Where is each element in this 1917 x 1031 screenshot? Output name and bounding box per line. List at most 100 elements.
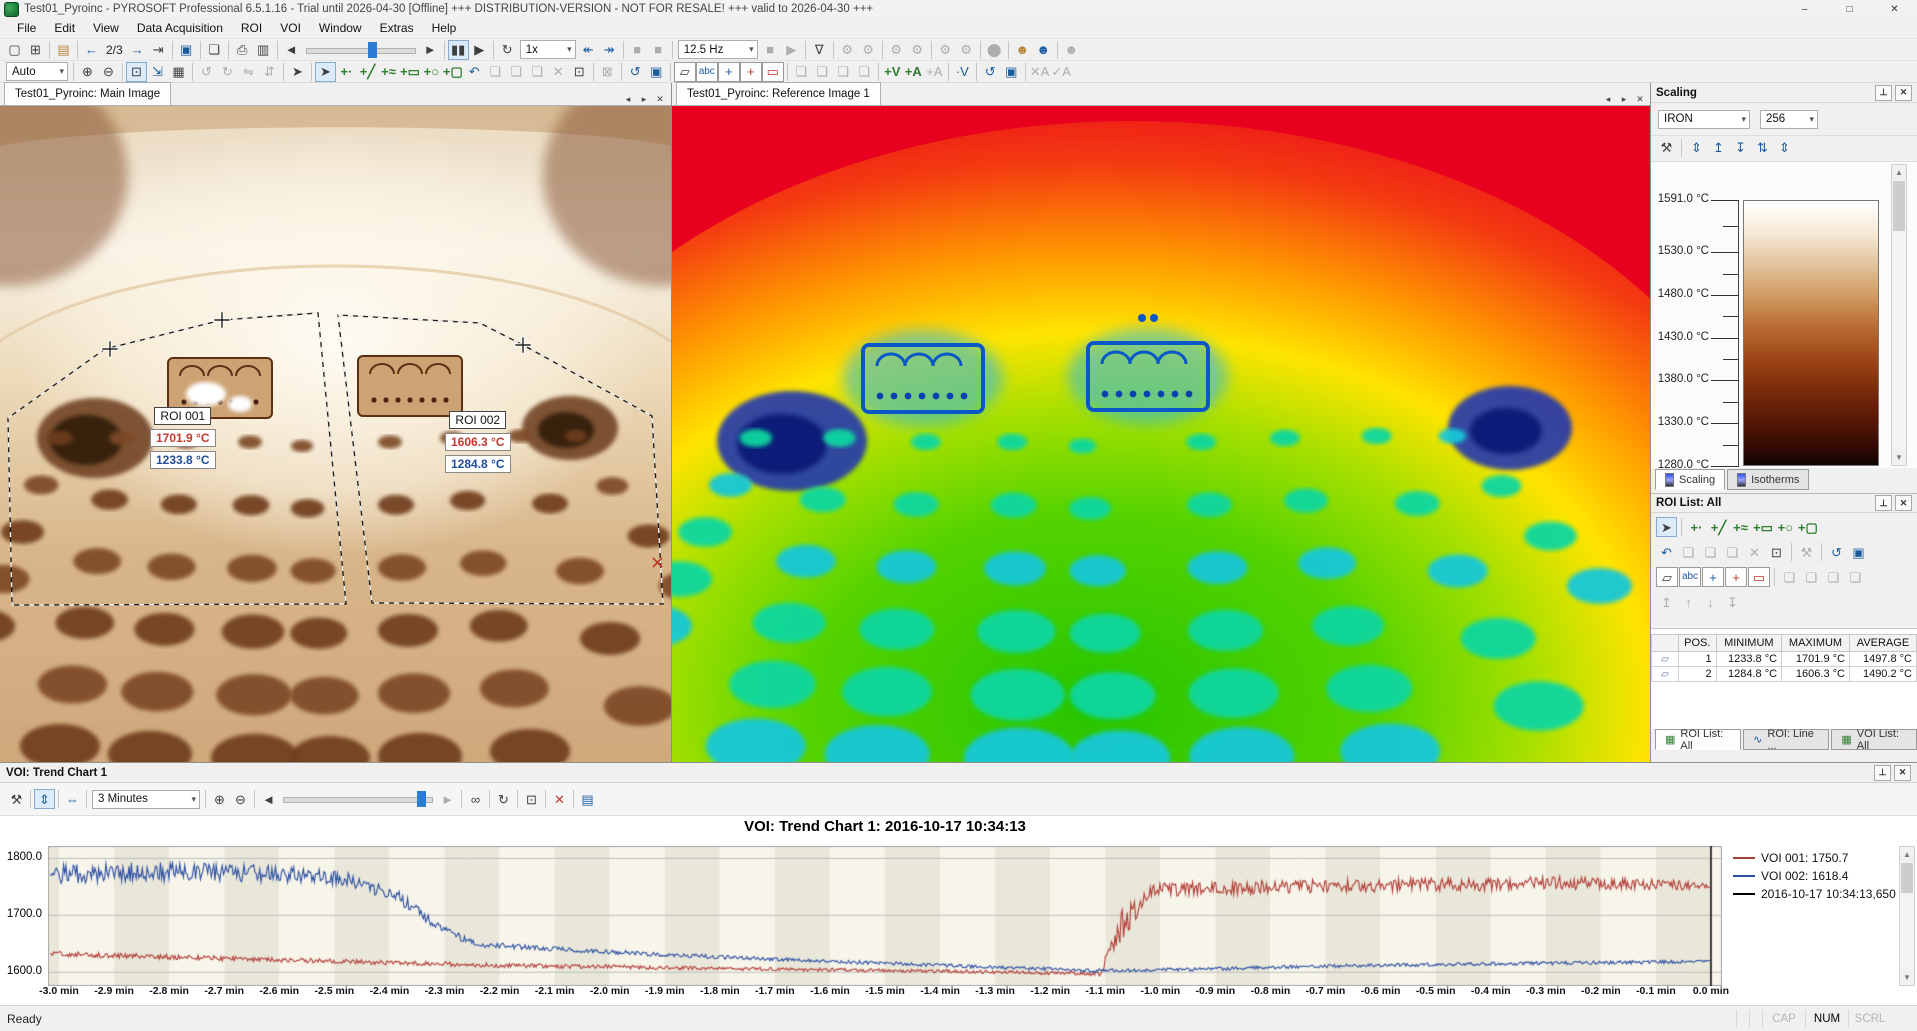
roi-add-rectangle-button[interactable]: +▭ xyxy=(1752,517,1774,537)
play-button[interactable]: ▶ xyxy=(469,40,490,60)
roi-reload-button[interactable]: ↺ xyxy=(1826,542,1847,562)
tab-roi-line-[interactable]: ∿ROI: Line ... xyxy=(1743,729,1829,750)
add-rectangle-roi-button[interactable]: +▭ xyxy=(399,62,421,82)
add-voi-button[interactable]: +V xyxy=(882,62,903,82)
red-rectangle-button[interactable]: ▭ xyxy=(762,62,784,82)
forward-button[interactable]: → xyxy=(127,40,148,60)
arrange-back-button[interactable]: ❏ xyxy=(812,62,833,82)
roi-001-label-group[interactable]: ROI 001 1701.9 °C 1233.8 °C xyxy=(150,407,216,469)
scroll-left-button[interactable]: ◄ xyxy=(258,789,279,809)
scale-min-down-button[interactable]: ↧ xyxy=(1730,138,1751,158)
roi-label-tool-button[interactable]: abc xyxy=(1679,567,1701,587)
roi-duplicate-button[interactable]: ❏ xyxy=(1700,542,1721,562)
roi-paste-button[interactable]: ❏ xyxy=(1678,542,1699,562)
camera-button[interactable]: ⬤ xyxy=(984,40,1005,60)
tab-main-image[interactable]: Test01_Pyroinc: Main Image xyxy=(4,82,171,105)
trend-scrollbar[interactable]: ▲ ▼ xyxy=(1899,846,1915,986)
edit-polygon-button[interactable]: ▱ xyxy=(674,62,696,82)
scroll-up-icon[interactable]: ▲ xyxy=(1892,165,1906,180)
roi-arrange-back-button[interactable]: ❏ xyxy=(1801,567,1822,587)
scroll-thumb[interactable] xyxy=(1893,181,1905,231)
loop-button[interactable]: ↻ xyxy=(497,40,518,60)
tab-scroll-left-icon[interactable]: ◂ xyxy=(621,94,635,105)
arrange-backward-button[interactable]: ❏ xyxy=(854,62,875,82)
delete-voi-button[interactable]: ✕A xyxy=(1029,62,1051,82)
delete-roi-button[interactable]: ✕ xyxy=(548,62,569,82)
roi-move-top-button[interactable]: ↥ xyxy=(1656,592,1677,612)
add-circle-roi-button[interactable]: +○ xyxy=(421,62,442,82)
zoom-in-button[interactable]: ⊕ xyxy=(77,62,98,82)
undo-button[interactable]: ↶ xyxy=(464,62,485,82)
save-button[interactable]: ▣ xyxy=(176,40,197,60)
ref-tab-close-icon[interactable]: ✕ xyxy=(1633,94,1647,105)
user-button-1[interactable]: ☻ xyxy=(1012,40,1033,60)
add-area-voi-2-button[interactable]: +A xyxy=(924,62,945,82)
reload-rois-button[interactable]: ↺ xyxy=(625,62,646,82)
red-marker-button[interactable]: + xyxy=(740,62,762,82)
trend-close-icon[interactable]: ✕ xyxy=(1894,765,1911,781)
menu-data-acquisition[interactable]: Data Acquisition xyxy=(128,18,232,38)
maximize-button[interactable]: □ xyxy=(1827,0,1872,18)
autoscale-y-button[interactable]: ⇕ xyxy=(34,789,55,809)
tab-scaling[interactable]: Scaling xyxy=(1655,469,1725,490)
roi-002-label-group[interactable]: ROI 002 1606.3 °C 1284.8 °C xyxy=(445,411,511,473)
tab-scroll-right-icon[interactable]: ▸ xyxy=(637,94,651,105)
ref-tab-scroll-left-icon[interactable]: ◂ xyxy=(1601,94,1615,105)
scaling-scrollbar[interactable]: ▲ ▼ xyxy=(1891,164,1907,466)
roi-select-tool-button[interactable]: ➤ xyxy=(1656,517,1677,537)
device-settings-button-6[interactable]: ⚙ xyxy=(956,40,977,60)
menu-edit[interactable]: Edit xyxy=(45,18,84,38)
roi-add-line-button[interactable]: +╱ xyxy=(1708,517,1729,537)
close-button[interactable]: ✕ xyxy=(1872,0,1917,18)
roi-red-marker-button[interactable]: + xyxy=(1725,567,1747,587)
acquisition-stop-button[interactable]: ■ xyxy=(760,40,781,60)
roi-move-up-button[interactable]: ↑ xyxy=(1678,592,1699,612)
framerate-select[interactable]: 12.5 Hz▾ xyxy=(678,40,758,59)
blue-marker-button[interactable]: + xyxy=(718,62,740,82)
refresh-chart-button[interactable]: ↻ xyxy=(493,789,514,809)
roi-add-circle-button[interactable]: +○ xyxy=(1775,517,1796,537)
trend-scroll-thumb[interactable] xyxy=(1901,863,1913,893)
device-settings-button-3[interactable]: ⚙ xyxy=(886,40,907,60)
table-row[interactable]: ▱21284.8 °C1606.3 °C1490.2 °C xyxy=(1652,667,1917,682)
flip-horizontal-button[interactable]: ⇋ xyxy=(238,62,259,82)
print-setup-button[interactable]: ▥ xyxy=(253,40,274,60)
paste-roi-button[interactable]: ❏ xyxy=(485,62,506,82)
goto-frame-button[interactable]: ⇥ xyxy=(148,40,169,60)
menu-file[interactable]: File xyxy=(8,18,45,38)
main-thermal-image[interactable]: ROI 001 1701.9 °C 1233.8 °C ROI 002 1606… xyxy=(0,106,671,762)
trend-scroll-up-icon[interactable]: ▲ xyxy=(1900,847,1914,862)
menu-view[interactable]: View xyxy=(84,18,128,38)
minimize-button[interactable]: – xyxy=(1782,0,1827,18)
chart-options-button[interactable]: ⊡ xyxy=(521,789,542,809)
autoscale-x-button[interactable]: ⇔ xyxy=(62,789,83,809)
roi-properties-button[interactable]: ⊠ xyxy=(597,62,618,82)
scaling-settings-button[interactable]: ⚒ xyxy=(1656,138,1677,158)
copy-button[interactable]: ❏ xyxy=(204,40,225,60)
roi-arrange-front-button[interactable]: ❏ xyxy=(1779,567,1800,587)
reload-vois-button[interactable]: ↺ xyxy=(980,62,1001,82)
tab-close-icon[interactable]: ✕ xyxy=(653,94,667,105)
roi-edit-polygon-button[interactable]: ▱ xyxy=(1656,567,1678,587)
menu-roi[interactable]: ROI xyxy=(232,18,271,38)
roi-arrange-forward-button[interactable]: ❏ xyxy=(1823,567,1844,587)
roi-save-button[interactable]: ▣ xyxy=(1848,542,1869,562)
print-button[interactable]: ⎙ xyxy=(232,40,253,60)
ref-tab-scroll-right-icon[interactable]: ▸ xyxy=(1617,94,1631,105)
zoom-in-time-button[interactable]: ⊕ xyxy=(209,789,230,809)
rotate-right-button[interactable]: ↻ xyxy=(217,62,238,82)
frame-slider[interactable] xyxy=(306,41,416,59)
roi-undo-button[interactable]: ↶ xyxy=(1656,542,1677,562)
select-roi-tool-button[interactable]: ➤ xyxy=(315,62,336,82)
next-frame-button[interactable]: ► xyxy=(420,40,441,60)
roi-copy-button[interactable]: ❏ xyxy=(1722,542,1743,562)
add-polyline-roi-button[interactable]: +≈ xyxy=(378,62,399,82)
speed-select[interactable]: 1x▾ xyxy=(520,40,576,59)
acquisition-play-button[interactable]: ▶ xyxy=(781,40,802,60)
add-point-roi-button[interactable]: +· xyxy=(336,62,357,82)
arrange-front-button[interactable]: ❏ xyxy=(791,62,812,82)
zoom-selection-button[interactable]: ⊡ xyxy=(126,62,147,82)
clear-chart-button[interactable]: ✕ xyxy=(549,789,570,809)
menu-extras[interactable]: Extras xyxy=(371,18,423,38)
pointer-tool-button[interactable]: ➤ xyxy=(287,62,308,82)
